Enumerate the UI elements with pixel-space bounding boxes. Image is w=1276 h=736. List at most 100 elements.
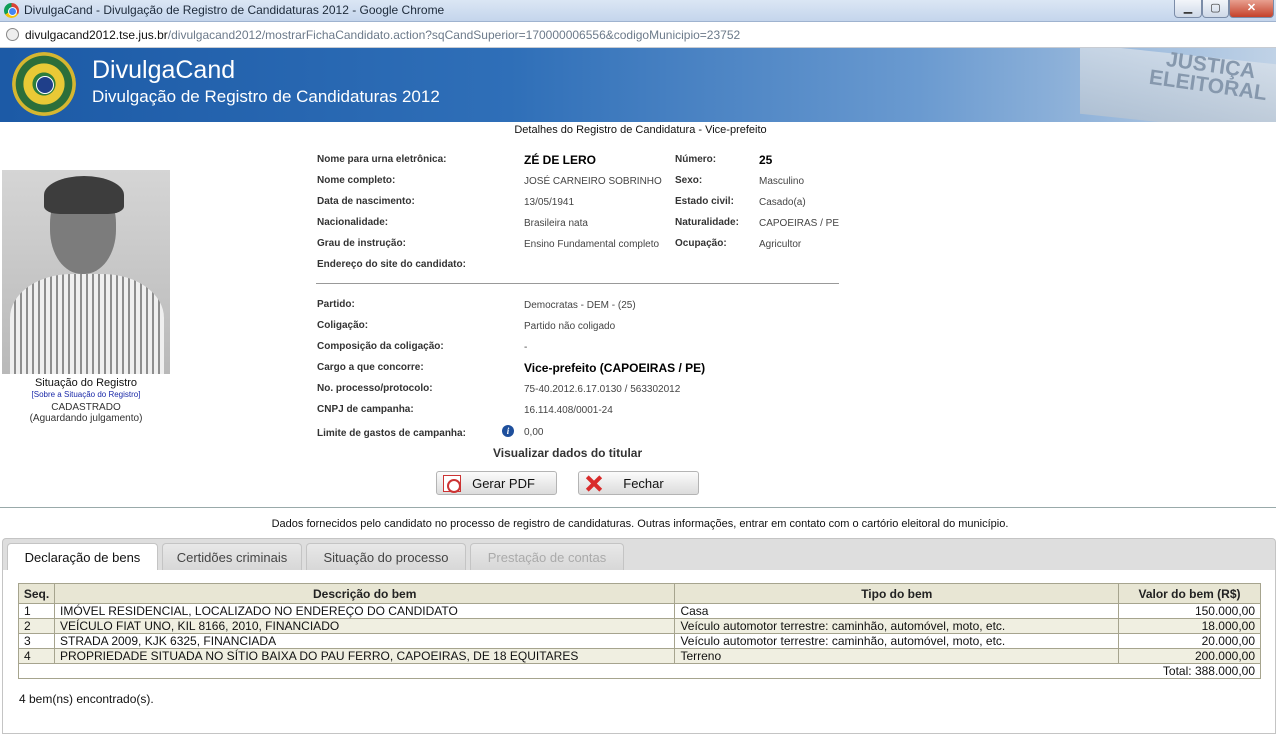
horizontal-divider: [0, 507, 1276, 508]
cell-tipo: Terreno: [674, 648, 1120, 664]
nascimento-label: Data de nascimento:: [317, 196, 415, 207]
cargo-label: Cargo a que concorre:: [317, 362, 424, 373]
coligacao-value: Partido não coligado: [524, 321, 616, 332]
column-header-tipo[interactable]: Tipo do bem: [674, 583, 1120, 604]
total-value: Total: 388.000,00: [18, 663, 1261, 679]
registration-status-detail: (Aguardando julgamento): [29, 413, 143, 424]
cell-valor: 150.000,00: [1118, 603, 1261, 619]
sexo-value: Masculino: [759, 176, 805, 187]
maximize-button[interactable]: ▢: [1202, 0, 1229, 18]
close-button[interactable]: Fechar: [578, 471, 699, 495]
column-header-descricao[interactable]: Descrição do bem: [53, 583, 676, 604]
info-icon[interactable]: i: [502, 425, 514, 437]
tab-situacao-do-processo[interactable]: Situação do processo: [306, 543, 466, 572]
cell-tipo: Veículo automotor terrestre: caminhão, a…: [674, 618, 1120, 634]
cell-descricao: STRADA 2009, KJK 6325, FINANCIADA: [53, 633, 676, 649]
cell-seq: 4: [18, 648, 55, 664]
page-title: Detalhes do Registro de Candidatura - Vi…: [514, 124, 767, 136]
column-header-seq[interactable]: Seq.: [18, 583, 55, 604]
instrucao-value: Ensino Fundamental completo: [524, 239, 660, 250]
registration-status: Situação do Registro [Sobre a Situação d…: [0, 377, 172, 424]
cell-seq: 1: [18, 603, 55, 619]
photo-shirt-shape: [10, 274, 164, 374]
nascimento-value: 13/05/1941: [524, 197, 575, 208]
table-total-row: Total: 388.000,00: [18, 663, 1261, 679]
registration-status-link[interactable]: [Sobre a Situação do Registro]: [0, 390, 172, 399]
site-banner: DivulgaCand Divulgação de Registro de Ca…: [0, 48, 1276, 122]
candidate-photo: [2, 170, 170, 374]
assets-table: Seq. Descrição do bem Tipo do bem Valor …: [18, 583, 1261, 679]
table-row: 1 IMÓVEL RESIDENCIAL, LOCALIZADO NO ENDE…: [18, 603, 1261, 619]
column-header-valor[interactable]: Valor do bem (R$): [1118, 583, 1261, 604]
sexo-label: Sexo:: [675, 175, 703, 186]
tab-bar: Declaração de bens Certidões criminais S…: [2, 538, 1276, 573]
cell-descricao: PROPRIEDADE SITUADA NO SÍTIO BAIXA DO PA…: [53, 648, 676, 664]
site-subtitle: Divulgação de Registro de Candidaturas 2…: [92, 87, 440, 106]
tab-certidoes-criminais[interactable]: Certidões criminais: [162, 543, 302, 572]
results-count: 4 bem(ns) encontrado(s).: [19, 692, 154, 706]
section-divider: [316, 283, 839, 284]
cargo-value: Vice-prefeito (CAPOEIRAS / PE): [524, 361, 706, 375]
cell-tipo: Veículo automotor terrestre: caminhão, a…: [674, 633, 1120, 649]
processo-value: 75-40.2012.6.17.0130 / 563302012: [524, 384, 681, 395]
composicao-label: Composição da coligação:: [317, 341, 444, 352]
close-window-button[interactable]: ✕: [1229, 0, 1274, 18]
numero-label: Número:: [675, 154, 717, 165]
chrome-icon: [4, 3, 19, 18]
nacionalidade-label: Nacionalidade:: [317, 217, 389, 228]
site-brand: DivulgaCand: [92, 56, 236, 84]
minimize-button[interactable]: ▁: [1174, 0, 1202, 18]
cell-seq: 3: [18, 633, 55, 649]
nome-completo-label: Nome completo:: [317, 175, 396, 186]
naturalidade-label: Naturalidade:: [675, 217, 739, 228]
site-label: Endereço do site do candidato:: [317, 259, 466, 270]
window-titlebar: DivulgaCand - Divulgação de Registro de …: [0, 0, 1276, 22]
table-header-row: Seq. Descrição do bem Tipo do bem Valor …: [18, 583, 1261, 604]
coligacao-label: Coligação:: [317, 320, 369, 331]
processo-label: No. processo/protocolo:: [317, 383, 433, 394]
partido-label: Partido:: [317, 299, 355, 310]
generate-pdf-button[interactable]: Gerar PDF: [436, 471, 557, 495]
nome-urna-value: ZÉ DE LERO: [524, 153, 597, 167]
naturalidade-value: CAPOEIRAS / PE: [759, 218, 840, 229]
url-text[interactable]: divulgacand2012.tse.jus.br/divulgacand20…: [25, 28, 740, 42]
cnpj-label: CNPJ de campanha:: [317, 404, 414, 415]
estado-civil-label: Estado civil:: [675, 196, 734, 207]
cell-seq: 2: [18, 618, 55, 634]
photo-hair-shape: [44, 176, 124, 214]
url-host: divulgacand2012.tse.jus.br: [25, 28, 168, 42]
cell-tipo: Casa: [674, 603, 1120, 619]
composicao-value: -: [524, 342, 528, 353]
cnpj-value: 16.114.408/0001-24: [524, 405, 613, 416]
nacionalidade-value: Brasileira nata: [524, 218, 588, 229]
brasil-coat-of-arms-icon: [12, 52, 76, 116]
limite-value: 0,00: [524, 427, 544, 438]
numero-value: 25: [759, 153, 773, 167]
instrucao-label: Grau de instrução:: [317, 238, 406, 249]
registration-status-title: Situação do Registro: [34, 377, 138, 389]
data-notice: Dados fornecidos pelo candidato no proce…: [271, 518, 1009, 530]
table-row: 4 PROPRIEDADE SITUADA NO SÍTIO BAIXA DO …: [18, 648, 1261, 664]
cell-descricao: IMÓVEL RESIDENCIAL, LOCALIZADO NO ENDERE…: [53, 603, 676, 619]
tab-declaracao-de-bens[interactable]: Declaração de bens: [7, 543, 158, 573]
address-bar[interactable]: divulgacand2012.tse.jus.br/divulgacand20…: [0, 22, 1276, 48]
close-label: Fechar: [623, 476, 664, 491]
cell-valor: 200.000,00: [1118, 648, 1261, 664]
limite-label: Limite de gastos de campanha:: [317, 428, 466, 439]
cell-valor: 18.000,00: [1118, 618, 1261, 634]
nome-urna-label: Nome para urna eletrônica:: [317, 154, 447, 165]
ocupacao-value: Agricultor: [759, 239, 802, 250]
registration-status-value: CADASTRADO: [51, 402, 121, 413]
table-row: 2 VEÍCULO FIAT UNO, KIL 8166, 2010, FINA…: [18, 618, 1261, 634]
generate-pdf-label: Gerar PDF: [472, 476, 535, 491]
cell-valor: 20.000,00: [1118, 633, 1261, 649]
partido-value: Democratas - DEM - (25): [524, 300, 636, 311]
url-path: /divulgacand2012/mostrarFichaCandidato.a…: [167, 28, 741, 42]
window-title: DivulgaCand - Divulgação de Registro de …: [24, 3, 445, 17]
page-info-icon[interactable]: [6, 28, 19, 41]
nome-completo-value: JOSÉ CARNEIRO SOBRINHO: [524, 176, 662, 187]
ocupacao-label: Ocupação:: [675, 238, 727, 249]
view-titular-link[interactable]: Visualizar dados do titular: [493, 446, 642, 460]
tab-prestacao-de-contas: Prestação de contas: [470, 543, 624, 572]
estado-civil-value: Casado(a): [759, 197, 806, 208]
